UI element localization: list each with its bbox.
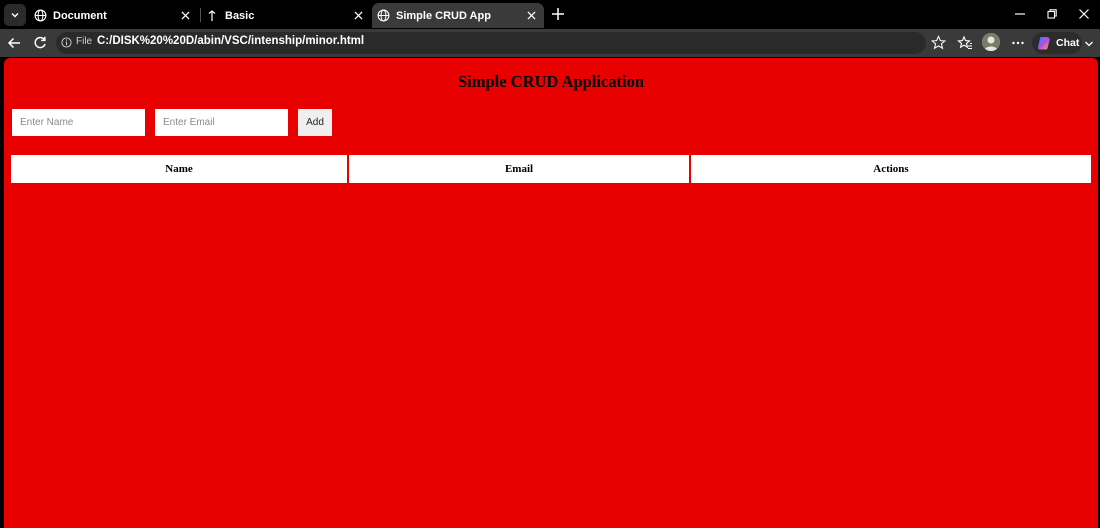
table-header-row: Name Email Actions (11, 155, 1091, 183)
tab-strip: Document Basic Simple CRUD App (0, 0, 1100, 29)
tab-separator (200, 8, 201, 22)
chat-dropdown-button[interactable] (1083, 37, 1099, 53)
close-icon (180, 10, 190, 20)
address-scheme-label: File (76, 36, 93, 47)
reload-icon (34, 36, 46, 49)
records-table: Name Email Actions (9, 155, 1093, 183)
minimize-icon (1015, 13, 1025, 15)
chat-label: Chat (1056, 37, 1080, 49)
column-header-name: Name (11, 155, 347, 183)
back-button[interactable] (6, 35, 22, 51)
profile-avatar[interactable] (982, 33, 1000, 51)
tab-title: Simple CRUD App (396, 9, 491, 22)
pin-icon (208, 9, 216, 21)
info-icon[interactable] (61, 37, 72, 48)
tab-close-button[interactable] (178, 8, 192, 22)
tab-basic[interactable]: Basic (203, 3, 371, 28)
minimize-button[interactable] (1013, 7, 1027, 21)
page-title: Simple CRUD Application (457, 72, 645, 91)
favorites-icon (957, 35, 972, 50)
close-icon (353, 10, 363, 20)
chevron-down-icon (11, 13, 19, 18)
globe-icon (377, 9, 390, 22)
tab-simple-crud-app[interactable]: Simple CRUD App (372, 3, 544, 28)
globe-icon (34, 9, 47, 22)
back-arrow-icon (7, 37, 20, 49)
favorites-button[interactable] (957, 35, 973, 51)
tab-close-button[interactable] (351, 8, 365, 22)
tab-title: Basic (225, 9, 255, 22)
avatar-icon (982, 33, 1000, 51)
more-menu-button[interactable] (1010, 35, 1026, 51)
chevron-down-icon (1085, 41, 1093, 47)
tab-close-button[interactable] (524, 8, 538, 22)
email-input[interactable] (155, 109, 288, 136)
new-tab-button[interactable] (550, 6, 566, 22)
close-icon (526, 10, 536, 20)
restore-button[interactable] (1045, 7, 1059, 21)
browser-toolbar: File C:/DISK%20%20D/abin/VSC/intenship/m… (0, 29, 1100, 57)
copilot-chat-button[interactable]: Chat (1032, 32, 1082, 54)
tab-title: Document (53, 9, 107, 22)
restore-icon (1047, 9, 1057, 19)
page-viewport: Simple CRUD Application Add Name Email A… (4, 58, 1098, 528)
tab-document[interactable]: Document (30, 3, 198, 28)
column-header-email: Email (349, 155, 689, 183)
more-horizontal-icon (1012, 41, 1024, 45)
star-icon (930, 35, 947, 50)
address-url[interactable]: C:/DISK%20%20D/abin/VSC/intenship/minor.… (97, 35, 364, 47)
address-bar[interactable]: File C:/DISK%20%20D/abin/VSC/intenship/m… (56, 32, 926, 54)
plus-icon (552, 8, 564, 20)
column-header-actions: Actions (691, 155, 1091, 183)
favorite-button[interactable] (930, 35, 947, 51)
add-button[interactable]: Add (298, 109, 332, 136)
close-icon (1079, 9, 1089, 19)
tab-list-button[interactable] (4, 4, 26, 26)
close-window-button[interactable] (1077, 7, 1091, 21)
reload-button[interactable] (32, 35, 48, 51)
name-input[interactable] (12, 109, 145, 136)
copilot-icon (1038, 37, 1050, 50)
